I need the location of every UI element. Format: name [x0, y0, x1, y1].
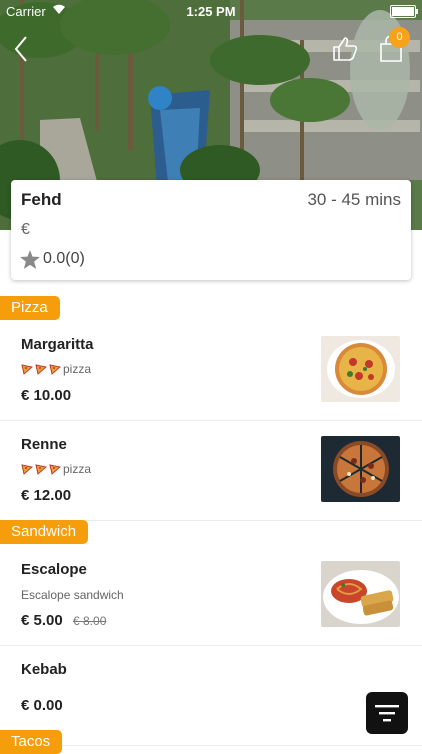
like-button[interactable] [330, 34, 360, 64]
item-desc-text: pizza [63, 362, 92, 376]
menu-item[interactable]: Margaritta pizza € 10.00 [0, 320, 422, 421]
pizza-slice-icon [35, 463, 48, 475]
item-price: € 10.00 [21, 387, 72, 404]
star-icon [20, 250, 40, 269]
pizza-slice-icon [35, 363, 48, 375]
item-old-price: € 8.00 [73, 614, 107, 628]
category-header-tacos: Tacos [0, 730, 63, 754]
item-name: Kebab [21, 661, 67, 678]
item-description: Escalope sandwich [21, 588, 124, 602]
pizza-slice-icon [21, 463, 34, 475]
category-header-sandwich: Sandwich [0, 520, 89, 544]
back-button[interactable] [10, 34, 36, 64]
item-name: Renne [21, 436, 67, 453]
status-time: 1:25 PM [186, 4, 236, 19]
restaurant-info-card: Fehd 30 - 45 mins € 0.0(0) [11, 180, 411, 280]
item-desc-text: pizza [63, 462, 92, 476]
restaurant-name: Fehd [21, 190, 62, 209]
item-image [321, 436, 400, 502]
pizza-slice-icon [21, 363, 34, 375]
item-image [321, 336, 400, 402]
filter-button[interactable] [366, 692, 408, 734]
category-header-pizza: Pizza [0, 296, 60, 320]
item-name: Margaritta [21, 336, 94, 353]
battery-icon [390, 5, 418, 18]
item-image [321, 561, 400, 627]
item-description: pizza [21, 362, 91, 376]
menu-item[interactable]: Escalope Escalope sandwich € 5.00 € 8.00 [0, 545, 422, 646]
currency-label: € [21, 221, 30, 238]
pizza-slice-icon [49, 363, 62, 375]
status-bar: Carrier 1:25 PM [0, 0, 422, 22]
item-description: pizza [21, 462, 91, 476]
delivery-time: 30 - 45 mins [307, 190, 401, 209]
item-price: € 0.00 [21, 697, 63, 714]
menu-item[interactable]: Renne pizza € 12.00 [0, 420, 422, 521]
thumbs-up-icon [333, 37, 358, 61]
pizza-slice-icon [49, 463, 62, 475]
cart-count-badge: 0 [389, 27, 410, 48]
filter-icon [375, 705, 399, 722]
back-arrow-icon [14, 36, 27, 62]
item-price: € 12.00 [21, 487, 72, 504]
item-name: Escalope [21, 561, 87, 578]
rating-value: 0.0(0) [43, 250, 85, 267]
menu-item[interactable]: Kebab € 0.00 [0, 645, 422, 746]
item-price: € 5.00 [21, 612, 63, 629]
